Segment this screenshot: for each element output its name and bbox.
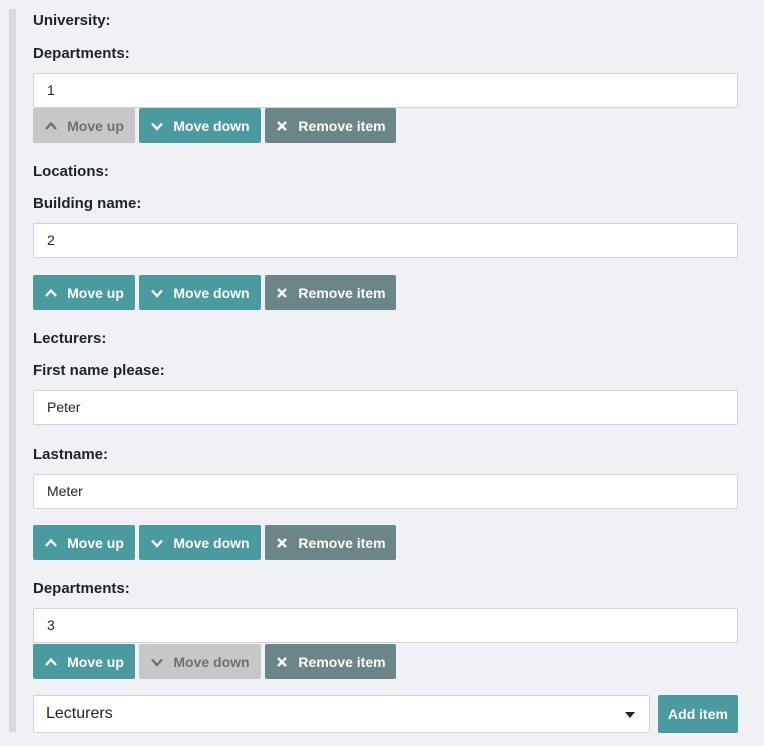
chevron-down-icon xyxy=(150,119,164,133)
remove-item-button[interactable]: Remove item xyxy=(265,644,396,679)
university-label: University: xyxy=(33,12,111,29)
move-up-button[interactable]: Move up xyxy=(33,525,135,560)
building-name-label: Building name: xyxy=(33,195,142,212)
last-name-label: Lastname: xyxy=(33,446,109,463)
departments-input[interactable]: 3 xyxy=(33,608,738,643)
lecturers-label: Lecturers: xyxy=(33,330,107,347)
move-down-label: Move down xyxy=(173,534,250,551)
remove-item-button[interactable]: Remove item xyxy=(265,275,396,310)
first-name-label: First name please: xyxy=(33,362,165,379)
departments-label: Departments: xyxy=(33,45,130,62)
move-down-button[interactable]: Move down xyxy=(139,275,261,310)
move-up-label: Move up xyxy=(67,284,124,301)
chevron-up-icon xyxy=(44,536,58,550)
move-down-button[interactable]: Move down xyxy=(139,108,261,143)
move-up-button[interactable]: Move up xyxy=(33,644,135,679)
item-type-select-value: Lecturers xyxy=(46,705,113,722)
locations-label: Locations: xyxy=(33,163,109,180)
last-name-input[interactable]: Meter xyxy=(33,474,738,509)
move-up-label: Move up xyxy=(67,534,124,551)
close-icon xyxy=(275,536,289,550)
chevron-up-icon xyxy=(44,655,58,669)
first-name-input[interactable]: Peter xyxy=(33,390,738,425)
remove-item-label: Remove item xyxy=(298,534,386,551)
chevron-up-icon xyxy=(44,119,58,133)
chevron-up-icon xyxy=(44,286,58,300)
move-up-button[interactable]: Move up xyxy=(33,275,135,310)
caret-down-icon xyxy=(625,712,635,718)
remove-item-button[interactable]: Remove item xyxy=(265,525,396,560)
close-icon xyxy=(275,655,289,669)
close-icon xyxy=(275,286,289,300)
add-item-button[interactable]: Add item xyxy=(658,695,738,733)
move-down-label: Move down xyxy=(173,284,250,301)
remove-item-label: Remove item xyxy=(298,653,386,670)
move-up-label: Move up xyxy=(67,117,124,134)
building-name-input[interactable]: 2 xyxy=(33,223,738,258)
move-down-button[interactable]: Move down xyxy=(139,525,261,560)
move-up-button[interactable]: Move up xyxy=(33,108,135,143)
departments-input[interactable]: 1 xyxy=(33,73,738,108)
move-up-label: Move up xyxy=(67,653,124,670)
close-icon xyxy=(275,119,289,133)
remove-item-button[interactable]: Remove item xyxy=(265,108,396,143)
departments-label: Departments: xyxy=(33,580,130,597)
item-type-select[interactable]: Lecturers xyxy=(33,695,650,733)
chevron-down-icon xyxy=(150,536,164,550)
chevron-down-icon xyxy=(150,286,164,300)
move-down-label: Move down xyxy=(173,653,250,670)
remove-item-label: Remove item xyxy=(298,284,386,301)
move-down-label: Move down xyxy=(173,117,250,134)
move-down-button[interactable]: Move down xyxy=(139,644,261,679)
chevron-down-icon xyxy=(150,655,164,669)
section-border xyxy=(9,9,16,732)
remove-item-label: Remove item xyxy=(298,117,386,134)
